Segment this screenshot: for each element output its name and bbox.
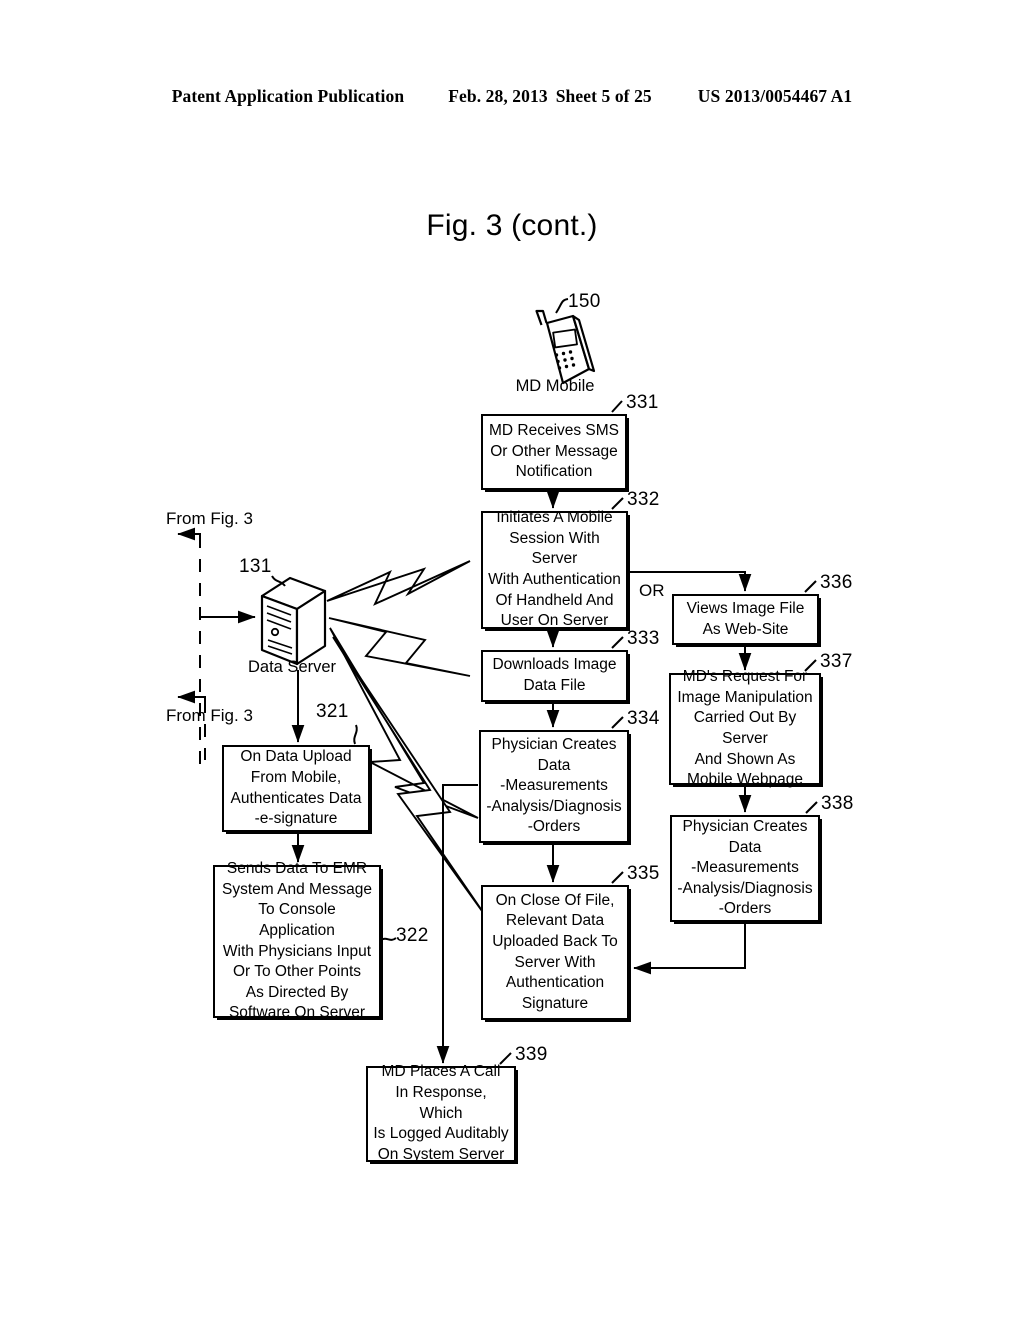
node-336-text: Views Image File As Web-Site: [686, 599, 805, 638]
leader-131: [271, 575, 286, 587]
node-336[interactable]: Views Image File As Web-Site: [672, 594, 819, 645]
publication-header: Patent Application Publication Feb. 28, …: [0, 86, 1024, 107]
node-321-text: On Data Upload From Mobile, Authenticate…: [230, 748, 362, 828]
refnum-333: 333: [627, 628, 660, 649]
publication-title: Patent Application Publication: [171, 86, 405, 106]
arrow-338-to-335: [633, 922, 746, 975]
node-334-text: Physician Creates Data -Measurements -An…: [486, 735, 622, 836]
sheet-number: Sheet 5 of 25: [555, 86, 652, 106]
node-334[interactable]: Physician Creates Data -Measurements -An…: [479, 730, 629, 843]
node-321[interactable]: On Data Upload From Mobile, Authenticate…: [222, 745, 370, 832]
refnum-321: 321: [316, 701, 349, 722]
leader-331: [611, 400, 623, 413]
refnum-338: 338: [821, 793, 854, 814]
node-333[interactable]: Downloads Image Data File: [481, 650, 628, 702]
node-338-text: Physician Creates Data -Measurements -An…: [677, 817, 813, 918]
leader-335: [611, 871, 624, 884]
from-fig3-bottom-label: From Fig. 3: [166, 706, 253, 725]
node-331-text: MD Receives SMS Or Other Message Notific…: [488, 422, 620, 481]
node-322-text: Sends Data To EMR System And Message To …: [222, 860, 372, 1022]
refnum-332: 332: [627, 489, 660, 510]
leader-333: [611, 636, 624, 649]
node-339-text: MD Places A Call In Response, Which Is L…: [373, 1063, 509, 1163]
leader-322: [380, 937, 397, 941]
node-331[interactable]: MD Receives SMS Or Other Message Notific…: [481, 414, 627, 490]
leader-334: [611, 716, 624, 729]
patent-number: US 2013/0054467 A1: [697, 86, 853, 106]
refnum-335: 335: [627, 863, 660, 884]
node-332-text: Initiates A Mobile Session With Server W…: [488, 509, 621, 630]
leader-150: [555, 298, 569, 314]
refnum-150: 150: [568, 291, 601, 312]
wireless-bolt-333: [328, 617, 471, 677]
leader-336: [804, 580, 817, 593]
node-322[interactable]: Sends Data To EMR System And Message To …: [213, 860, 381, 1021]
node-337-text: MD's Request For Image Manipulation Carr…: [677, 668, 813, 789]
wireless-bolt-332: [326, 560, 471, 606]
md-mobile-label: MD Mobile: [515, 377, 595, 395]
arrow-334-to-339: [436, 784, 478, 1064]
node-339[interactable]: MD Places A Call In Response, Which Is L…: [366, 1063, 516, 1163]
refnum-337: 337: [820, 651, 853, 672]
leader-338: [805, 801, 818, 814]
or-label: OR: [639, 581, 665, 600]
refnum-331: 331: [626, 392, 659, 413]
data-server-label: Data Server: [248, 658, 337, 676]
refnum-334: 334: [627, 708, 660, 729]
publication-date: Feb. 28, 2013: [448, 86, 548, 106]
figure-title: Fig. 3 (cont.): [426, 209, 598, 242]
arrow-to-fig3-bottom: [177, 690, 206, 704]
node-337[interactable]: MD's Request For Image Manipulation Carr…: [669, 668, 821, 788]
node-338[interactable]: Physician Creates Data -Measurements -An…: [670, 815, 820, 922]
refnum-131: 131: [239, 556, 272, 577]
from-fig3-top-label: From Fig. 3: [166, 509, 253, 528]
refnum-322: 322: [396, 925, 429, 946]
leader-321: [353, 724, 358, 745]
refnum-336: 336: [820, 572, 853, 593]
node-335-text: On Close Of File, Relevant Data Uploaded…: [492, 891, 618, 1012]
arrow-to-fig3-top: [177, 527, 201, 541]
node-335[interactable]: On Close Of File, Relevant Data Uploaded…: [481, 885, 629, 1020]
node-332[interactable]: Initiates A Mobile Session With Server W…: [481, 509, 628, 630]
refnum-339: 339: [515, 1044, 548, 1065]
mobile-phone-icon: [535, 309, 596, 385]
node-333-text: Downloads Image Data File: [492, 656, 617, 694]
server-tower-icon: [260, 576, 327, 666]
